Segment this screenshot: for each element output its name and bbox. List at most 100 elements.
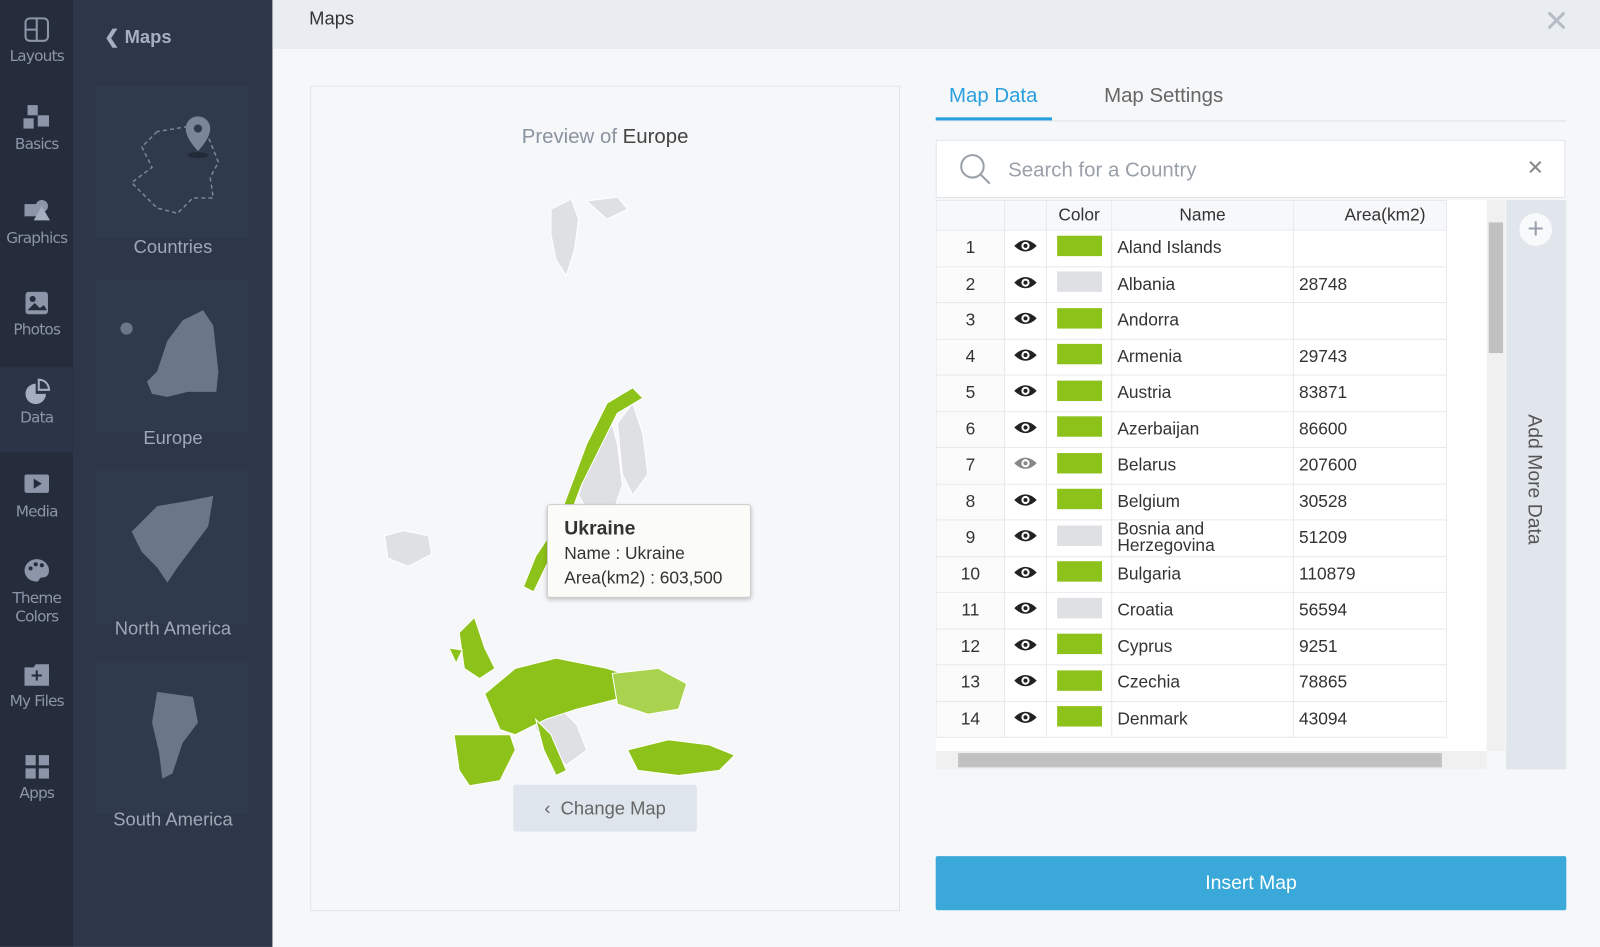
rail-item-data[interactable]: Data	[0, 367, 74, 453]
visibility-toggle[interactable]	[1004, 302, 1047, 340]
visibility-toggle[interactable]	[1004, 519, 1047, 557]
vertical-scrollbar[interactable]	[1486, 199, 1506, 752]
name-cell[interactable]: Andorra	[1111, 302, 1294, 340]
rail-item-theme-colors[interactable]: Theme Colors	[0, 556, 73, 648]
name-cell[interactable]: Belgium	[1111, 483, 1294, 521]
rail-item-apps[interactable]: Apps	[0, 751, 73, 833]
name-cell[interactable]: Albania	[1111, 265, 1294, 304]
table-row[interactable]: 12 Cyprus 9251	[935, 628, 1447, 666]
eye-icon[interactable]	[1013, 348, 1037, 362]
close-icon[interactable]: ✕	[1544, 7, 1570, 38]
table-row[interactable]: 6 Azerbaijan 86600	[935, 410, 1447, 448]
back-to-maps-button[interactable]: ❮ Maps	[104, 27, 171, 48]
change-map-button[interactable]: ‹ Change Map	[513, 784, 697, 832]
visibility-toggle[interactable]	[1004, 555, 1047, 593]
eye-icon[interactable]	[1013, 601, 1037, 615]
eye-hidden-icon[interactable]	[1013, 456, 1037, 470]
area-cell[interactable]: 28748	[1292, 265, 1447, 304]
rail-item-media[interactable]: Media	[0, 469, 73, 551]
color-swatch[interactable]	[1056, 525, 1102, 546]
column-header-color[interactable]: Color	[1045, 199, 1113, 231]
area-cell[interactable]: 43094	[1292, 700, 1447, 738]
color-swatch[interactable]	[1056, 416, 1102, 437]
rail-item-basics[interactable]: Basics	[0, 102, 73, 184]
rail-item-my-files[interactable]: My Files	[0, 659, 73, 741]
plus-icon[interactable]: +	[1519, 213, 1553, 246]
table-row[interactable]: 13 Czechia 78865	[935, 664, 1447, 702]
color-swatch[interactable]	[1056, 344, 1102, 365]
rail-item-photos[interactable]: Photos	[0, 288, 73, 370]
color-cell[interactable]	[1045, 664, 1113, 702]
table-row[interactable]: 5 Austria 83871	[935, 374, 1447, 412]
name-cell[interactable]: Bulgaria	[1111, 555, 1294, 593]
color-swatch[interactable]	[1056, 235, 1102, 256]
name-cell[interactable]: Croatia	[1111, 591, 1294, 630]
eye-icon[interactable]	[1013, 275, 1037, 289]
color-cell[interactable]	[1045, 483, 1113, 521]
tab-map-data[interactable]: Map Data	[949, 85, 1037, 108]
table-row[interactable]: 8 Belgium 30528	[935, 483, 1447, 521]
eye-icon[interactable]	[1013, 384, 1037, 398]
color-cell[interactable]	[1045, 446, 1113, 485]
map-card-europe[interactable]	[95, 279, 249, 433]
rail-item-graphics[interactable]: Graphics	[0, 196, 73, 278]
visibility-toggle[interactable]	[1004, 700, 1047, 738]
area-cell[interactable]: 86600	[1292, 410, 1447, 448]
color-swatch[interactable]	[1056, 561, 1102, 582]
table-row[interactable]: 4 Armenia 29743	[935, 338, 1447, 376]
area-cell[interactable]: 110879	[1292, 555, 1447, 593]
color-cell[interactable]	[1045, 410, 1113, 448]
area-cell[interactable]: 29743	[1292, 338, 1447, 376]
color-cell[interactable]	[1045, 229, 1113, 267]
name-cell[interactable]: Austria	[1111, 374, 1294, 412]
color-swatch[interactable]	[1056, 670, 1102, 691]
name-cell[interactable]: Cyprus	[1111, 628, 1294, 666]
area-cell[interactable]: 9251	[1292, 628, 1447, 666]
name-cell[interactable]: Belarus	[1111, 446, 1294, 485]
color-cell[interactable]	[1045, 700, 1113, 738]
table-row[interactable]: 2 Albania 28748	[935, 265, 1447, 304]
visibility-toggle[interactable]	[1004, 446, 1047, 485]
area-cell[interactable]: 83871	[1292, 374, 1447, 412]
map-card-north-america[interactable]	[95, 470, 249, 624]
column-header-area[interactable]: Area(km2)	[1292, 199, 1447, 231]
scroll-thumb[interactable]	[958, 753, 1442, 768]
color-cell[interactable]	[1045, 555, 1113, 593]
color-swatch[interactable]	[1056, 452, 1102, 474]
color-cell[interactable]	[1045, 519, 1113, 557]
visibility-toggle[interactable]	[1004, 628, 1047, 666]
visibility-toggle[interactable]	[1004, 483, 1047, 521]
color-swatch[interactable]	[1056, 307, 1102, 329]
map-card-countries[interactable]	[95, 85, 249, 239]
insert-map-button[interactable]: Insert Map	[935, 856, 1567, 911]
area-cell[interactable]: 56594	[1292, 591, 1447, 630]
eye-icon[interactable]	[1013, 420, 1037, 434]
table-row[interactable]: 11 Croatia 56594	[935, 591, 1447, 630]
name-cell[interactable]: Aland Islands	[1111, 229, 1294, 267]
color-cell[interactable]	[1045, 302, 1113, 340]
color-swatch[interactable]	[1056, 271, 1102, 293]
color-swatch[interactable]	[1056, 489, 1102, 510]
color-swatch[interactable]	[1056, 380, 1102, 401]
eye-icon[interactable]	[1013, 565, 1037, 579]
clear-search-icon[interactable]: ✕	[1527, 155, 1544, 181]
map-card-south-america[interactable]	[95, 661, 249, 815]
visibility-toggle[interactable]	[1004, 664, 1047, 702]
table-row[interactable]: 3 Andorra	[935, 302, 1447, 340]
name-cell[interactable]: Armenia	[1111, 338, 1294, 376]
area-cell[interactable]: 51209	[1292, 519, 1447, 557]
eye-icon[interactable]	[1013, 493, 1037, 507]
tab-map-settings[interactable]: Map Settings	[1104, 85, 1223, 108]
color-swatch[interactable]	[1056, 633, 1102, 655]
visibility-toggle[interactable]	[1004, 265, 1047, 304]
table-row[interactable]: 9 Bosnia and Herzegovina 51209	[935, 519, 1447, 557]
add-more-data-panel[interactable]: + Add More Data	[1506, 199, 1567, 770]
area-cell[interactable]: 207600	[1292, 446, 1447, 485]
color-cell[interactable]	[1045, 374, 1113, 412]
name-cell[interactable]: Denmark	[1111, 700, 1294, 738]
rail-item-layouts[interactable]: Layouts	[0, 14, 73, 87]
name-cell[interactable]: Azerbaijan	[1111, 410, 1294, 448]
name-cell[interactable]: Bosnia and Herzegovina	[1111, 519, 1294, 557]
visibility-toggle[interactable]	[1004, 229, 1047, 267]
visibility-toggle[interactable]	[1004, 338, 1047, 376]
